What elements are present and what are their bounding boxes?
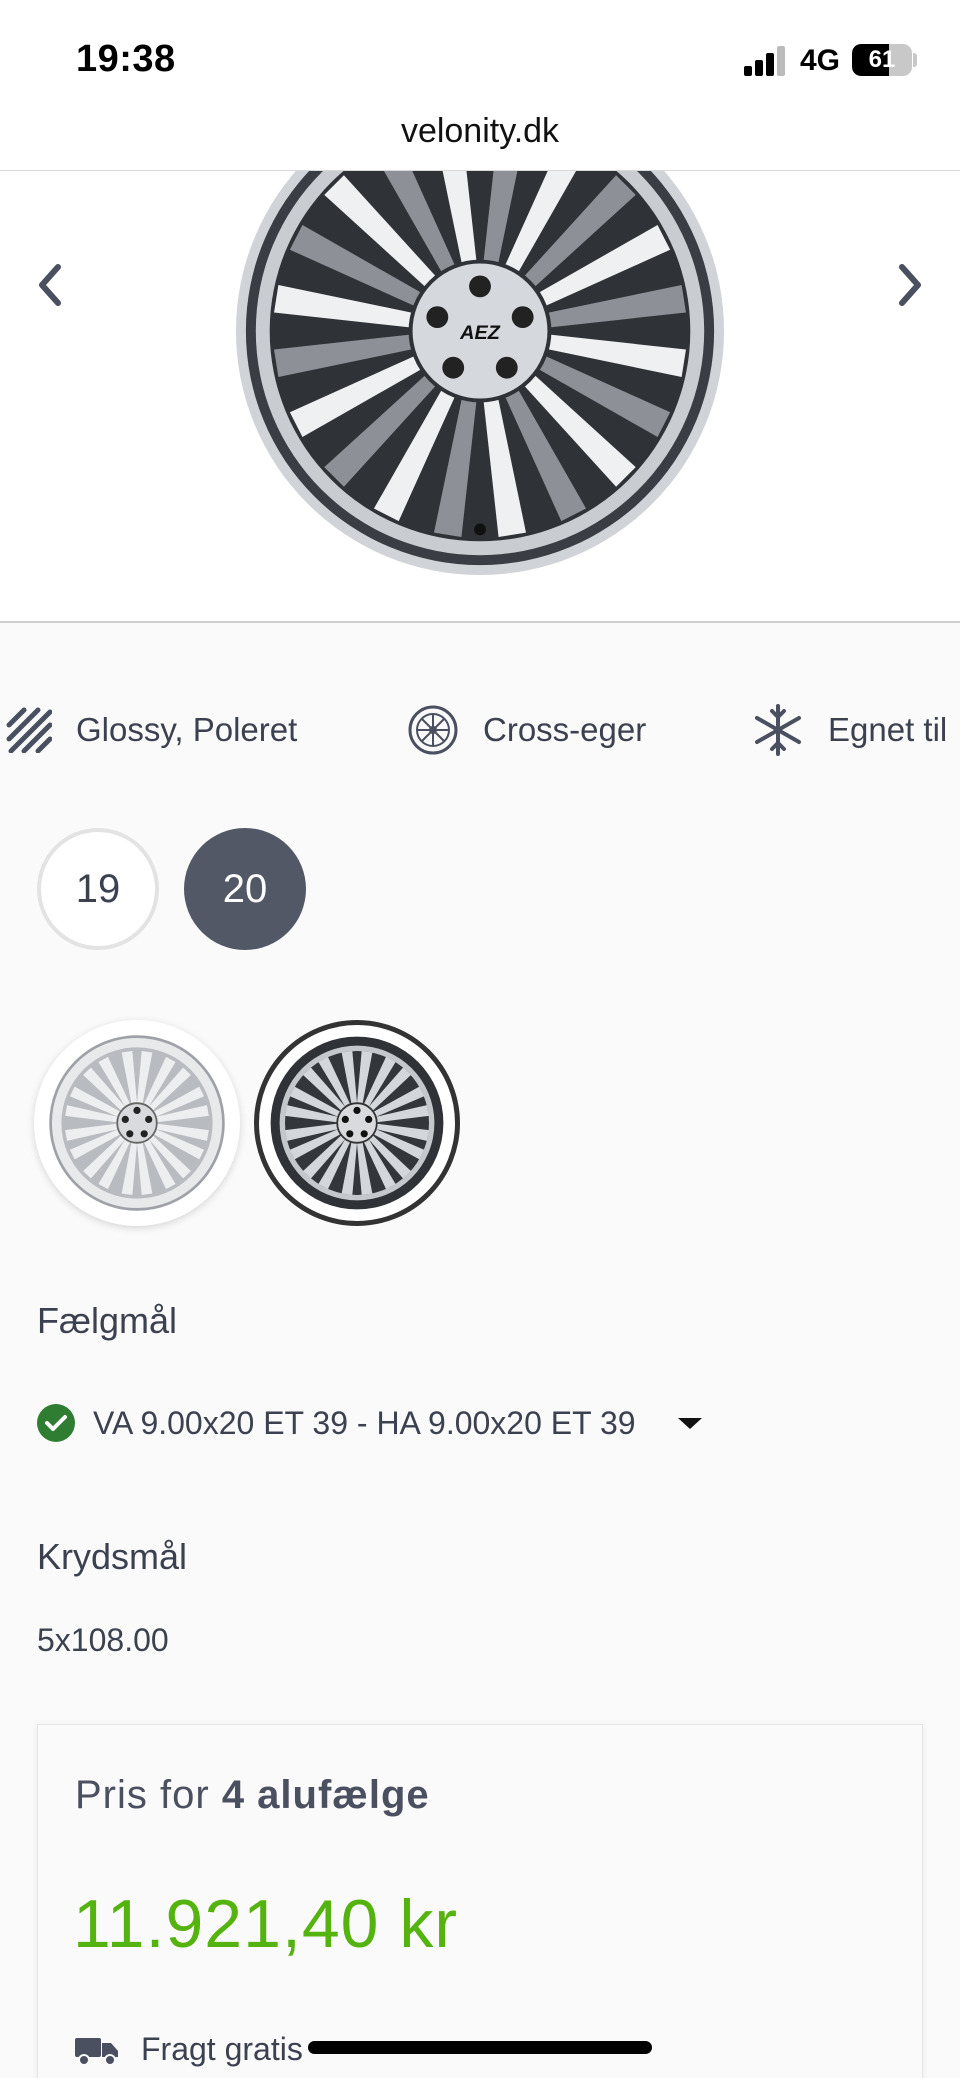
status-bar: 19:38 4G 61 (0, 0, 960, 110)
wheel-thumbnail-dark (270, 1036, 444, 1210)
battery-cap (913, 53, 917, 67)
color-option-silver[interactable] (34, 1020, 240, 1226)
price-heading: Pris for 4 alufælge (75, 1773, 430, 1818)
status-time: 19:38 (76, 38, 176, 80)
snowflake-icon (755, 704, 801, 756)
feature-label: Cross-eger (483, 711, 647, 748)
network-type: 4G (800, 44, 841, 77)
shipping-label: Fragt gratis (141, 2031, 303, 2067)
wheel-thumbnail-silver (49, 1035, 225, 1211)
check-circle-icon (37, 1404, 75, 1442)
price-amount: 11.921,40 kr (73, 1886, 459, 1962)
diagonal-stripes-icon (6, 707, 52, 753)
url-bar[interactable]: velonity.dk (0, 110, 960, 170)
url-text: velonity.dk (400, 112, 560, 150)
size-option-19[interactable]: 19 (37, 828, 159, 950)
price-card: Pris for 4 alufælge 11.921,40 kr Fragt g… (37, 1724, 923, 2078)
product-gallery[interactable]: AEZ (0, 171, 960, 623)
bolt-pattern-value: 5x108.00 (37, 1622, 169, 1658)
feature-item: Glossy, Poleret (6, 700, 297, 760)
size-option-20[interactable]: 20 (184, 828, 306, 950)
battery-level: 61 (868, 46, 896, 73)
feature-item: Egnet til (752, 700, 947, 760)
feature-label: Egnet til (828, 711, 948, 748)
feature-item: Cross-eger (407, 700, 646, 760)
color-option-dark[interactable] (254, 1020, 460, 1226)
home-indicator (308, 2041, 652, 2054)
wheel-rim-image: AEZ (236, 171, 724, 575)
caret-down-icon (677, 1418, 702, 1429)
brand-text: AEZ (459, 322, 501, 344)
chevron-right-icon[interactable] (890, 255, 930, 315)
feature-label: Glossy, Poleret (76, 711, 298, 748)
truck-icon (75, 2037, 118, 2066)
rim-dimensions-select[interactable]: VA 9.00x20 ET 39 - HA 9.00x20 ET 39 (37, 1400, 704, 1446)
cross-spoke-wheel-icon (408, 705, 458, 755)
feature-list: Glossy, Poleret Cross-eger Egnet til (0, 700, 960, 760)
bolt-pattern-label: Krydsmål (37, 1536, 188, 1577)
rim-dimensions-value: VA 9.00x20 ET 39 - HA 9.00x20 ET 39 (93, 1404, 636, 1441)
signal-icon (744, 46, 788, 76)
chevron-left-icon[interactable] (30, 255, 70, 315)
rim-dimensions-label: Fælgmål (37, 1300, 178, 1341)
shipping-info: Fragt gratis (75, 2031, 303, 2068)
battery-icon: 61 (852, 44, 912, 76)
price-heading-prefix: Pris for (75, 1773, 210, 1817)
price-heading-quantity: 4 alufælge (221, 1773, 430, 1817)
